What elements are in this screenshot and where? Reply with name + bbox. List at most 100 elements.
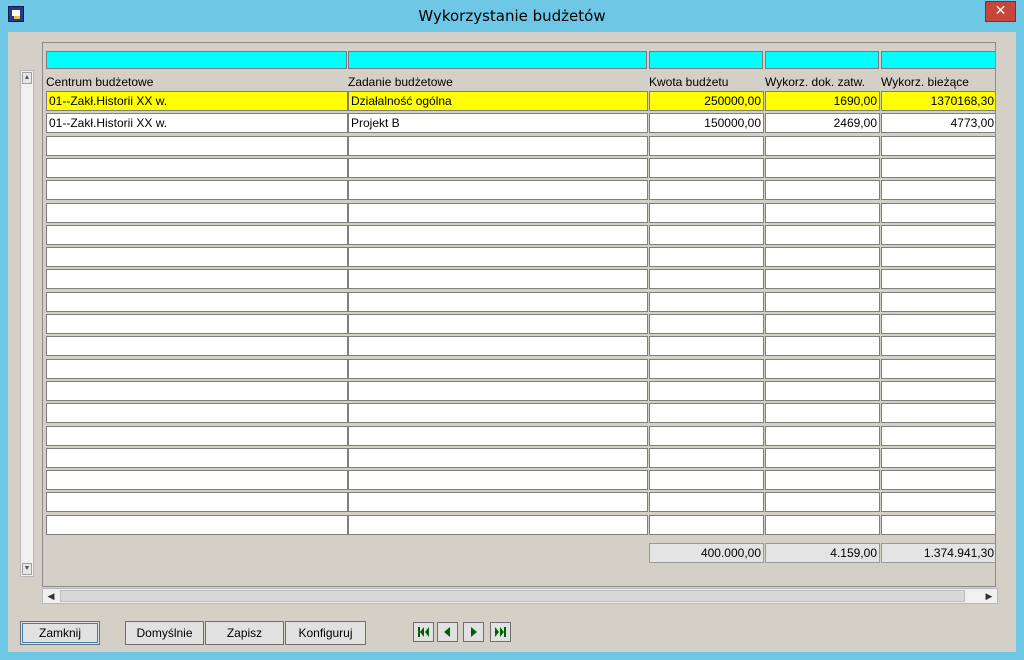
vertical-scrollbar[interactable]: ▲ ▼: [20, 70, 34, 577]
scroll-left-icon[interactable]: ◀: [44, 590, 58, 602]
horizontal-scrollbar[interactable]: ◀ ▶: [42, 588, 998, 604]
filter-cell-wykorz-biezace[interactable]: [881, 51, 995, 69]
cell-kwota[interactable]: [649, 180, 764, 201]
cell-zadanie[interactable]: [348, 314, 648, 334]
cell-wykorz-biezace[interactable]: [881, 314, 995, 334]
cell-kwota[interactable]: [649, 157, 764, 178]
table-row[interactable]: 01--Zakł.Historii XX w. Projekt B 150000,0…: [43, 113, 995, 135]
table-row[interactable]: [43, 425, 995, 448]
cell-wykorz-dok[interactable]: [765, 425, 880, 446]
cell-kwota[interactable]: [649, 224, 764, 245]
cell-wykorz-biezace[interactable]: [881, 380, 995, 401]
cell-zadanie[interactable]: [348, 425, 648, 446]
cell-wykorz-biezace[interactable]: [881, 336, 995, 357]
configure-button[interactable]: Konfiguruj: [285, 621, 366, 645]
cell-centrum[interactable]: [46, 247, 348, 268]
cell-centrum[interactable]: 01--Zakł.Historii XX w.: [46, 113, 348, 134]
close-button[interactable]: Zamknij: [20, 621, 100, 645]
cell-kwota[interactable]: [649, 492, 764, 513]
cell-wykorz-dok[interactable]: [765, 135, 880, 156]
cell-zadanie[interactable]: [348, 247, 648, 268]
cell-centrum[interactable]: [46, 224, 348, 245]
cell-kwota[interactable]: [649, 291, 764, 312]
cell-centrum[interactable]: [46, 269, 348, 290]
cell-kwota[interactable]: [649, 247, 764, 268]
filter-cell-centrum[interactable]: [46, 51, 347, 69]
cell-wykorz-biezace[interactable]: [881, 425, 995, 446]
cell-centrum[interactable]: [46, 380, 348, 401]
cell-wykorz-biezace[interactable]: [881, 403, 995, 424]
cell-centrum[interactable]: [46, 358, 348, 379]
cell-wykorz-dok[interactable]: [765, 447, 880, 468]
filter-cell-kwota[interactable]: [649, 51, 763, 69]
cell-centrum[interactable]: [46, 291, 348, 312]
table-row[interactable]: 01--Zakł.Historii XX w. Działalność ogóln…: [43, 91, 995, 113]
table-row[interactable]: [43, 492, 995, 514]
cell-wykorz-dok[interactable]: [765, 157, 880, 178]
cell-centrum[interactable]: [46, 314, 348, 334]
cell-wykorz-biezace[interactable]: [881, 492, 995, 513]
cell-zadanie[interactable]: [348, 135, 648, 156]
cell-centrum[interactable]: [46, 447, 348, 468]
cell-kwota[interactable]: [649, 447, 764, 468]
table-row[interactable]: [43, 202, 995, 225]
table-row[interactable]: [43, 247, 995, 269]
cell-centrum[interactable]: [46, 470, 348, 491]
cell-kwota[interactable]: [649, 135, 764, 156]
table-row[interactable]: [43, 380, 995, 403]
cell-wykorz-dok[interactable]: [765, 470, 880, 491]
cell-wykorz-dok[interactable]: 1690,00: [765, 91, 880, 111]
cell-kwota[interactable]: 250000,00: [649, 91, 764, 111]
cell-kwota[interactable]: [649, 380, 764, 401]
cell-kwota[interactable]: [649, 425, 764, 446]
close-window-button[interactable]: ✕: [985, 1, 1016, 22]
column-header-wykorz-dok[interactable]: Wykorz. dok. zatw.: [765, 75, 879, 89]
cell-wykorz-biezace[interactable]: 4773,00: [881, 113, 995, 134]
cell-wykorz-biezace[interactable]: [881, 470, 995, 491]
table-row[interactable]: [43, 135, 995, 158]
cell-kwota[interactable]: 150000,00: [649, 113, 764, 134]
save-button[interactable]: Zapisz: [205, 621, 284, 645]
cell-zadanie[interactable]: Działalność ogólna: [348, 91, 648, 111]
table-row[interactable]: [43, 336, 995, 358]
cell-zadanie[interactable]: [348, 447, 648, 468]
cell-kwota[interactable]: [649, 202, 764, 223]
cell-centrum[interactable]: [46, 180, 348, 201]
cell-zadanie[interactable]: [348, 202, 648, 223]
scroll-down-icon[interactable]: ▼: [22, 563, 32, 575]
cell-zadanie[interactable]: [348, 269, 648, 290]
cell-wykorz-biezace[interactable]: [881, 447, 995, 468]
cell-wykorz-dok[interactable]: [765, 358, 880, 379]
cell-zadanie[interactable]: [348, 224, 648, 245]
column-header-centrum[interactable]: Centrum budżetowe: [46, 75, 346, 89]
cell-wykorz-biezace[interactable]: [881, 514, 995, 535]
cell-wykorz-dok[interactable]: [765, 514, 880, 535]
cell-wykorz-biezace[interactable]: [881, 157, 995, 178]
cell-zadanie[interactable]: [348, 492, 648, 513]
cell-wykorz-dok[interactable]: [765, 492, 880, 513]
cell-kwota[interactable]: [649, 336, 764, 357]
cell-centrum[interactable]: [46, 425, 348, 446]
table-row[interactable]: [43, 447, 995, 470]
cell-wykorz-dok[interactable]: [765, 291, 880, 312]
cell-wykorz-dok[interactable]: [765, 269, 880, 290]
cell-wykorz-dok[interactable]: [765, 336, 880, 357]
table-row[interactable]: [43, 224, 995, 247]
scroll-thumb[interactable]: [60, 590, 965, 602]
table-row[interactable]: [43, 514, 995, 537]
cell-kwota[interactable]: [649, 470, 764, 491]
cell-zadanie[interactable]: [348, 403, 648, 424]
cell-kwota[interactable]: [649, 514, 764, 535]
cell-wykorz-dok[interactable]: [765, 247, 880, 268]
defaults-button[interactable]: Domyślnie: [125, 621, 204, 645]
table-row[interactable]: [43, 269, 995, 291]
table-row[interactable]: [43, 157, 995, 180]
scroll-right-icon[interactable]: ▶: [982, 590, 996, 602]
cell-kwota[interactable]: [649, 403, 764, 424]
previous-record-button[interactable]: [437, 622, 458, 642]
filter-cell-wykorz-dok[interactable]: [765, 51, 879, 69]
cell-wykorz-dok[interactable]: [765, 403, 880, 424]
cell-kwota[interactable]: [649, 314, 764, 334]
cell-wykorz-biezace[interactable]: [881, 224, 995, 245]
cell-zadanie[interactable]: [348, 336, 648, 357]
